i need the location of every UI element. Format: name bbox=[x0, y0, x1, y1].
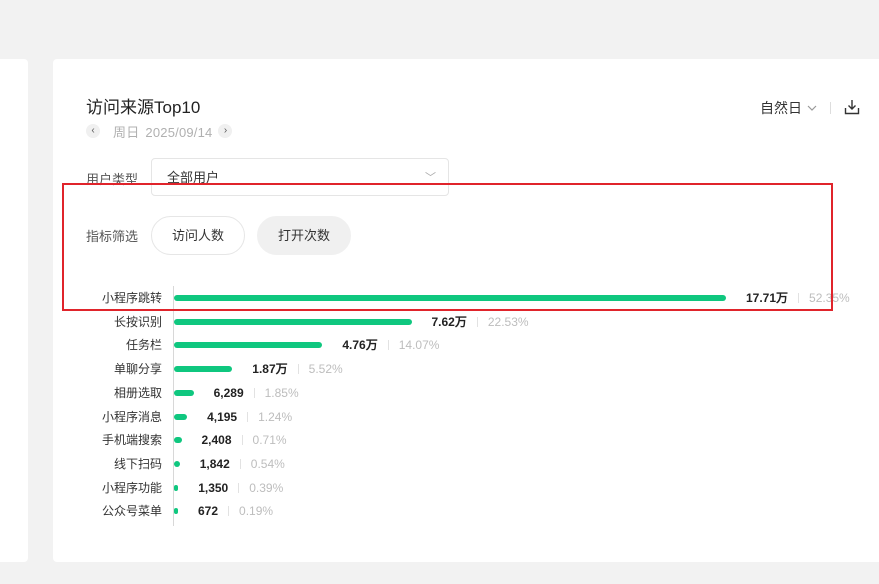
bar bbox=[174, 437, 182, 443]
value-separator bbox=[239, 459, 241, 469]
value-separator bbox=[238, 483, 240, 493]
value-separator bbox=[253, 388, 255, 398]
category-label: 小程序跳转 bbox=[101, 291, 162, 305]
period-label: 自然日 bbox=[760, 100, 802, 116]
value-label: 6,289 bbox=[213, 386, 244, 400]
value-separator bbox=[476, 317, 478, 327]
percent-label: 22.53% bbox=[487, 315, 529, 329]
category-label: 线下扫码 bbox=[113, 457, 162, 471]
value-separator bbox=[247, 412, 249, 422]
chart-row: 小程序跳转 17.71万 52.35% bbox=[0, 290, 879, 306]
bar bbox=[174, 485, 179, 491]
metric-option-opens[interactable]: 打开次数 bbox=[257, 216, 351, 255]
bar bbox=[174, 461, 180, 467]
chevron-down-icon: ﹀ bbox=[425, 172, 436, 184]
card-title: 访问来源Top10 bbox=[86, 98, 201, 117]
value-label: 17.71万 bbox=[746, 291, 789, 305]
toolbar-divider bbox=[830, 102, 831, 114]
value-separator bbox=[241, 435, 243, 445]
date-weekday: 周日 bbox=[113, 124, 140, 140]
bar bbox=[174, 366, 233, 372]
value-label: 7.62万 bbox=[431, 315, 467, 329]
percent-label: 52.35% bbox=[809, 291, 850, 305]
category-label: 相册选取 bbox=[113, 386, 162, 400]
percent-label: 1.24% bbox=[258, 410, 293, 424]
chart-row: 相册选取 6,289 1.85% bbox=[0, 385, 879, 401]
download-icon[interactable] bbox=[843, 98, 861, 116]
value-separator bbox=[798, 293, 800, 303]
chevron-right-icon[interactable]: › bbox=[218, 124, 233, 138]
date-label: 周日 2025/09/14 bbox=[113, 122, 212, 141]
value-label: 1,842 bbox=[199, 457, 230, 471]
value-separator bbox=[297, 364, 299, 374]
percent-label: 0.71% bbox=[252, 433, 287, 447]
chart-row: 小程序功能 1,350 0.39% bbox=[0, 480, 879, 496]
metric-filter-label: 指标筛选 bbox=[86, 229, 139, 244]
bar bbox=[174, 342, 323, 348]
value-separator bbox=[228, 506, 230, 516]
chevron-left-icon[interactable]: ‹ bbox=[86, 124, 100, 138]
category-label: 单聊分享 bbox=[113, 362, 162, 376]
user-type-label: 用户类型 bbox=[86, 172, 139, 187]
chart-row: 长按识别 7.62万 22.53% bbox=[0, 314, 879, 330]
value-label: 4,195 bbox=[207, 410, 238, 424]
period-dropdown[interactable]: 自然日 bbox=[760, 98, 818, 118]
category-label: 任务栏 bbox=[125, 338, 162, 352]
value-label: 4.76万 bbox=[342, 338, 378, 352]
date-value: 2025/09/14 bbox=[145, 124, 213, 140]
date-navigator: ‹ 周日 2025/09/14 › bbox=[86, 122, 233, 141]
chart-row: 单聊分享 1.87万 5.52% bbox=[0, 361, 879, 377]
percent-label: 0.39% bbox=[249, 481, 284, 495]
metric-option-visitors[interactable]: 访问人数 bbox=[151, 216, 245, 255]
category-label: 小程序功能 bbox=[101, 481, 162, 495]
bar bbox=[174, 508, 178, 514]
category-label: 长按识别 bbox=[113, 315, 162, 329]
value-label: 1.87万 bbox=[252, 362, 288, 376]
bar bbox=[174, 390, 194, 396]
percent-label: 5.52% bbox=[308, 362, 343, 376]
bar bbox=[174, 319, 412, 325]
value-label: 672 bbox=[198, 504, 219, 518]
user-type-select[interactable]: 全部用户 ﹀ bbox=[151, 158, 449, 196]
value-label: 1,350 bbox=[198, 481, 229, 495]
bar bbox=[174, 414, 188, 420]
category-label: 小程序消息 bbox=[101, 410, 162, 424]
chart-row: 线下扫码 1,842 0.54% bbox=[0, 456, 879, 472]
chevron-down-icon bbox=[807, 105, 817, 111]
percent-label: 1.85% bbox=[264, 386, 299, 400]
chart-row: 任务栏 4.76万 14.07% bbox=[0, 337, 879, 353]
percent-label: 0.54% bbox=[250, 457, 285, 471]
category-label: 手机端搜索 bbox=[101, 433, 162, 447]
value-label: 2,408 bbox=[201, 433, 232, 447]
user-type-value: 全部用户 bbox=[167, 170, 220, 185]
value-separator bbox=[387, 340, 389, 350]
category-label: 公众号菜单 bbox=[101, 504, 162, 518]
percent-label: 0.19% bbox=[239, 504, 274, 518]
chart-row: 公众号菜单 672 0.19% bbox=[0, 503, 879, 519]
bar bbox=[174, 295, 726, 301]
chart-row: 小程序消息 4,195 1.24% bbox=[0, 409, 879, 425]
chart-row: 手机端搜索 2,408 0.71% bbox=[0, 432, 879, 448]
percent-label: 14.07% bbox=[398, 338, 440, 352]
